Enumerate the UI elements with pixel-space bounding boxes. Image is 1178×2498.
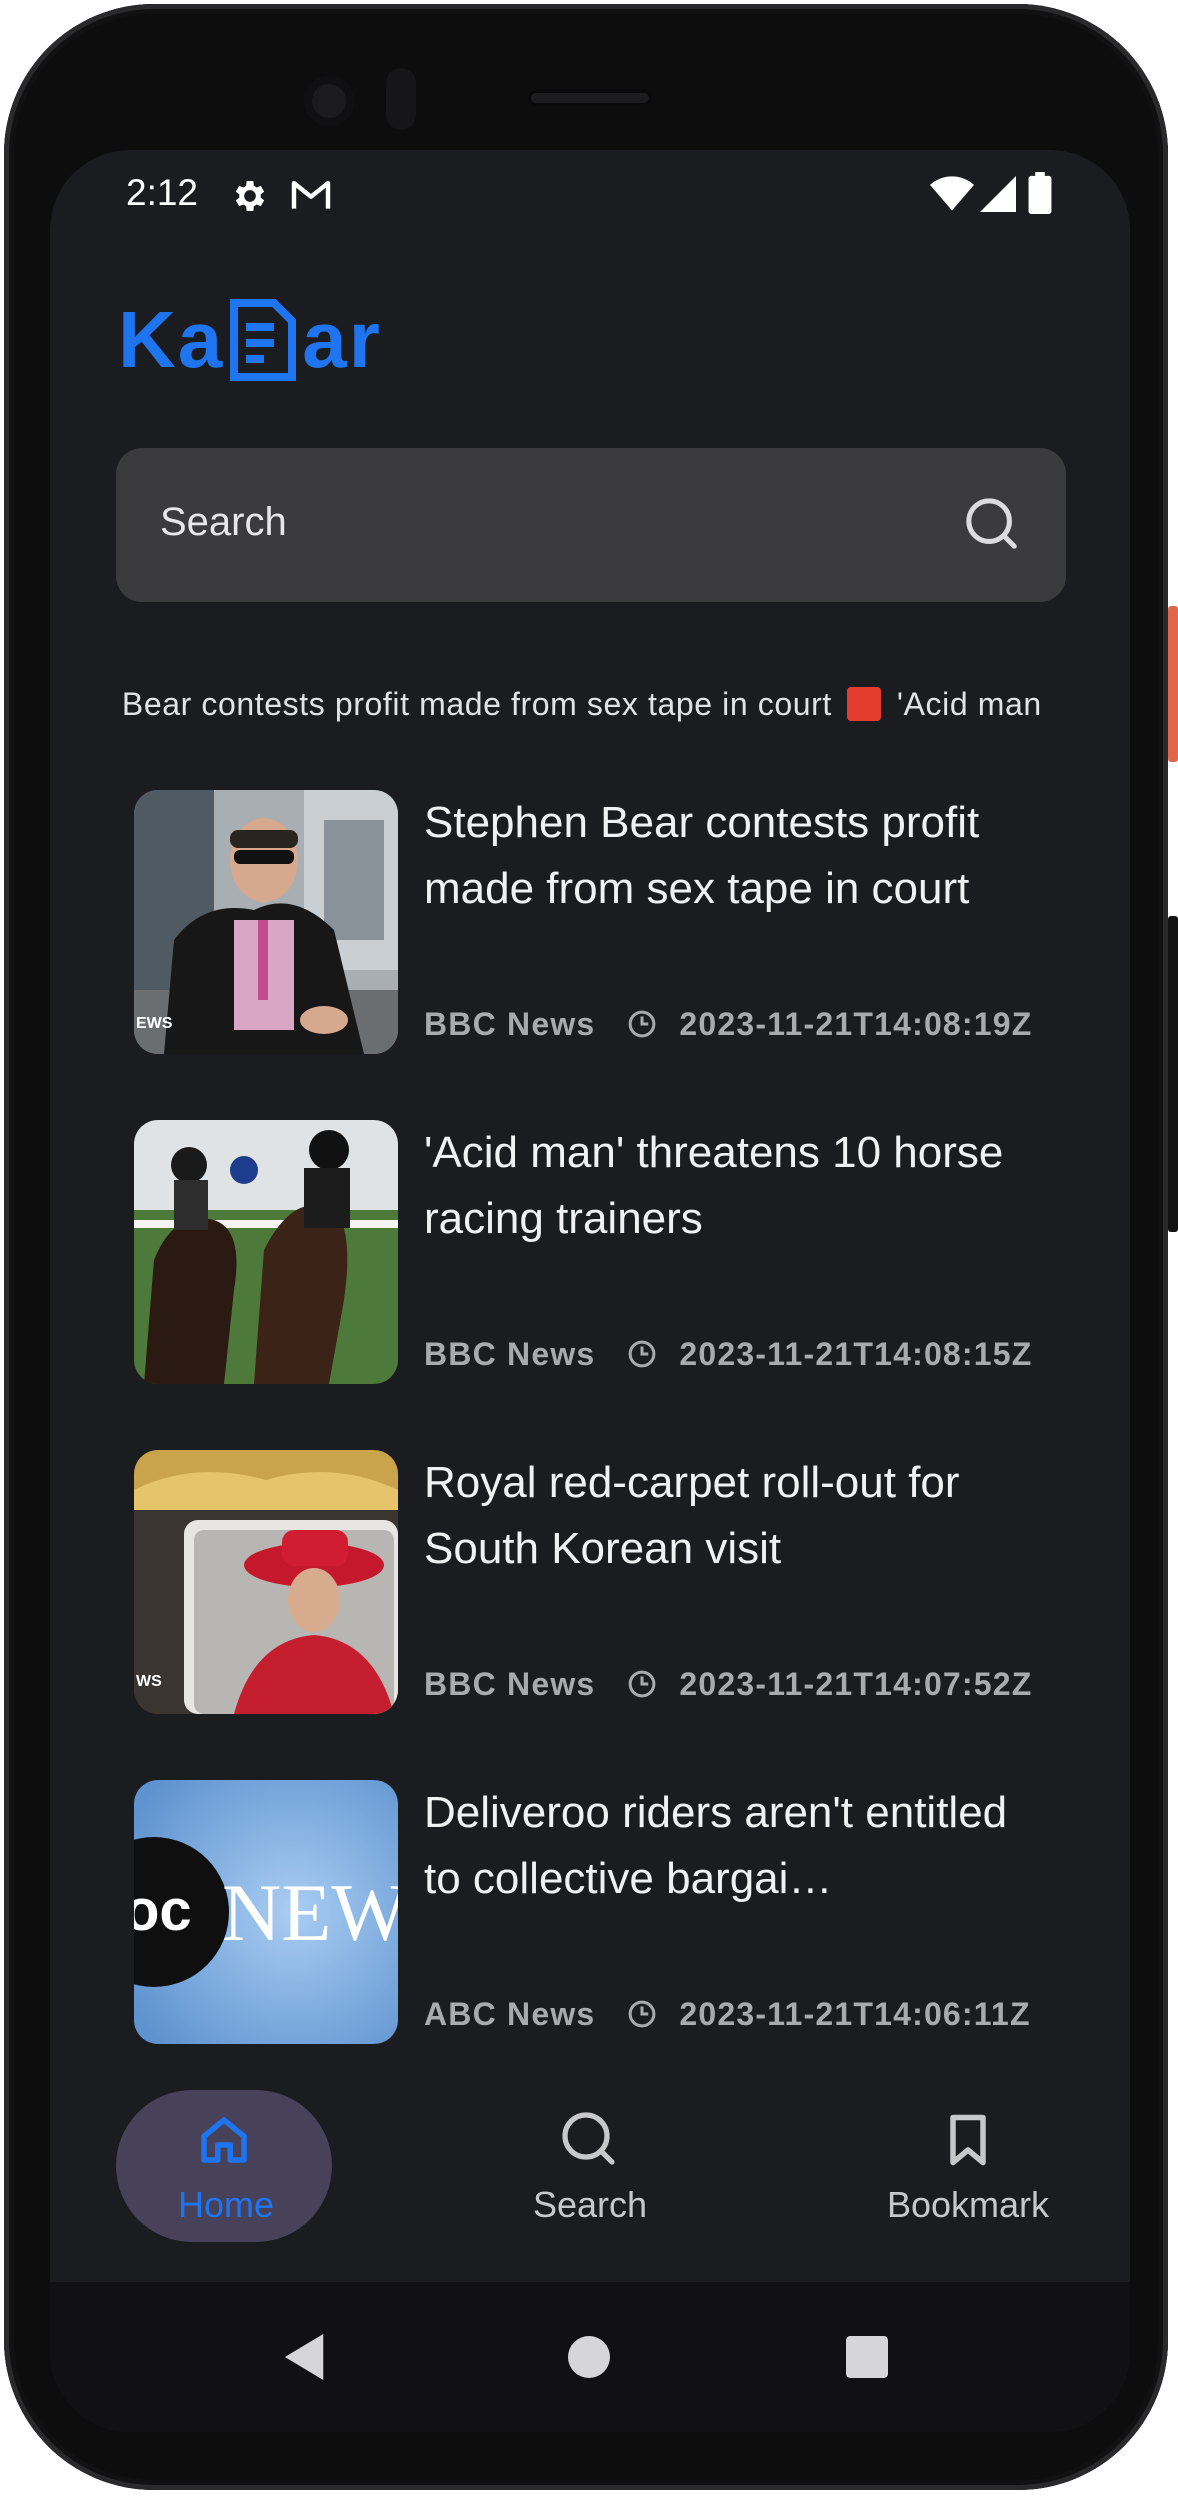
headline-ticker[interactable]: n Bear contests profit made from sex tap… [116,674,1130,734]
article-source: BBC News [424,1005,596,1042]
recents-icon[interactable] [846,2336,888,2378]
article-date: 2023-11-21T14:08:15Z [679,1335,1033,1372]
thumbnail-watermark: NEW [222,1867,398,1958]
signal-icon [980,176,1016,212]
logo-text-left: Ka [118,295,225,384]
article-title[interactable]: Royal red-carpet roll-out for South Kore… [424,1450,1054,1590]
system-navigation-bar [50,2282,1130,2432]
search-icon[interactable] [964,496,1022,554]
status-time: 2:12 [126,172,199,213]
earpiece-speaker [528,90,652,106]
article-thumbnail [134,1120,398,1384]
article-date: 2023-11-21T14:07:52Z [679,1665,1033,1702]
app-logo: Ka ar [118,290,382,390]
article-meta: ABC News 2023-11-21T14:06:11Z [424,1990,1031,2038]
thumbnail-watermark: EWS [136,1015,173,1032]
phone-frame: 2:12 Ka ar Search n Bear contests profit… [4,4,1168,2490]
article-date: 2023-11-21T14:08:19Z [679,1005,1033,1042]
article-thumbnail: WS [134,1450,398,1714]
ticker-headline: 'Acid man [896,686,1042,722]
screen: 2:12 Ka ar Search n Bear contests profit… [50,150,1130,2432]
newspaper-icon [230,299,297,381]
article-thumbnail: oc NEW [134,1780,398,2044]
nav-home-label: Home [177,2184,275,2225]
bottom-navigation: Home Search Bookmark [50,2046,1130,2282]
front-camera [304,76,354,126]
battery-icon [1028,172,1052,214]
wifi-icon [930,176,974,211]
home-icon[interactable] [194,2110,254,2170]
nav-search[interactable]: Search [472,2046,708,2282]
article-source: BBC News [424,1335,596,1372]
bookmark-icon[interactable] [938,2110,998,2170]
article-card[interactable]: EWS Stephen Bear contests profit made fr… [134,790,1054,1060]
thumbnail-watermark: WS [136,1673,162,1690]
volume-button [1168,916,1178,1232]
clock-icon [629,1010,656,1038]
proximity-sensor [386,68,416,130]
power-button [1168,606,1178,762]
logo-text-right: ar [302,295,382,384]
article-title[interactable]: Stephen Bear contests profit made from s… [424,790,1054,930]
article-date: 2023-11-21T14:06:11Z [679,1995,1031,2032]
status-bar: 2:12 [50,150,1130,242]
gear-icon [235,181,265,211]
article-source: ABC News [424,1995,596,2032]
red-square-separator [847,686,882,721]
home-circle-icon[interactable] [568,2336,610,2378]
article-card[interactable]: 'Acid man' threatens 10 horse racing tra… [134,1120,1054,1390]
svg-text:oc: oc [134,1878,192,1943]
article-meta: BBC News 2023-11-21T14:07:52Z [424,1660,1033,1708]
gmail-icon [291,180,331,209]
nav-search-label: Search [532,2184,648,2225]
nav-bookmark[interactable]: Bookmark [830,2046,1106,2282]
clock-icon [629,1670,656,1698]
article-title[interactable]: Deliveroo riders aren't entitled to coll… [424,1780,1054,1920]
article-source: BBC News [424,1665,596,1702]
search-bar[interactable]: Search [116,448,1066,602]
clock-icon [629,2000,656,2028]
article-meta: BBC News 2023-11-21T14:08:15Z [424,1330,1033,1378]
article-thumbnail: EWS [134,790,398,1054]
article-card[interactable]: oc NEW Deliveroo riders aren't entitled … [134,1780,1054,2050]
nav-bookmark-label: Bookmark [886,2184,1050,2225]
clock-icon [629,1340,656,1368]
search-placeholder: Search [160,500,287,544]
search-icon[interactable] [560,2110,620,2170]
article-title[interactable]: 'Acid man' threatens 10 horse racing tra… [424,1120,1054,1260]
ticker-headline: n Bear contests profit made from sex tap… [116,686,832,722]
article-meta: BBC News 2023-11-21T14:08:19Z [424,1000,1033,1048]
back-icon[interactable] [284,2334,328,2380]
article-card[interactable]: WS Royal red-carpet roll-out for South K… [134,1450,1054,1720]
nav-home[interactable]: Home [96,2046,356,2282]
